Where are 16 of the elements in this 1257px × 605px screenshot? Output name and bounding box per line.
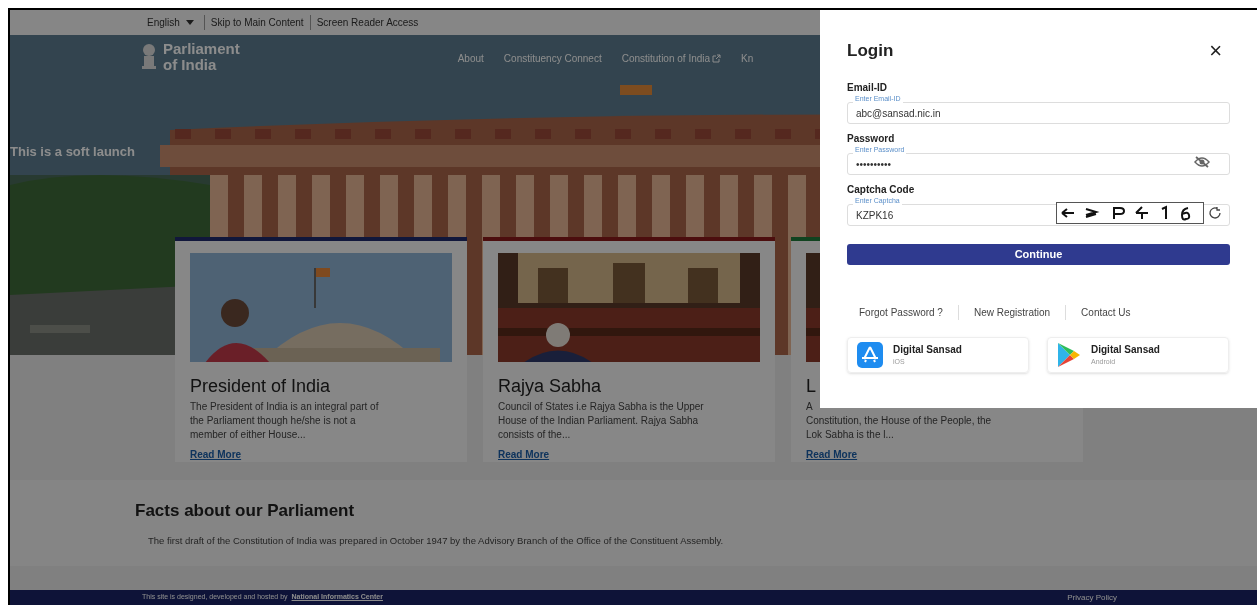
language-dropdown[interactable]: English	[147, 15, 205, 30]
caret-icon	[185, 20, 194, 25]
card-description: The President of India is an integral part of the Parliament though he/she is not a member of either House...	[190, 400, 380, 442]
card-title: Rajya Sabha	[498, 376, 603, 396]
read-more-link[interactable]: Read More	[190, 447, 242, 462]
top-link[interactable]: Screen Reader Access	[310, 15, 425, 30]
read-more-link[interactable]: Read More	[498, 447, 550, 462]
top-link[interactable]: Skip to Main Content	[204, 15, 311, 30]
privacy-link[interactable]: Privacy Policy	[1067, 591, 1117, 604]
read-more-link[interactable]: Read More	[806, 447, 858, 462]
facts-text: The first draft of the Constitution of India was prepared in October 1947 by the Advisory Branch of the Office of the Constituent Assembly.	[147, 533, 725, 548]
card-title: L	[806, 376, 817, 396]
card-title: President of India	[190, 376, 332, 396]
card-description: A Constitution, the House of the People, the Lok Sabha is the l...	[806, 400, 993, 442]
card-description: Council of States i.e Rajya Sabha is the Upper House of the Indian Parliament. Rajya Sabha consists of the...	[498, 400, 705, 442]
section-title: Facts about our Parliament	[135, 500, 356, 522]
